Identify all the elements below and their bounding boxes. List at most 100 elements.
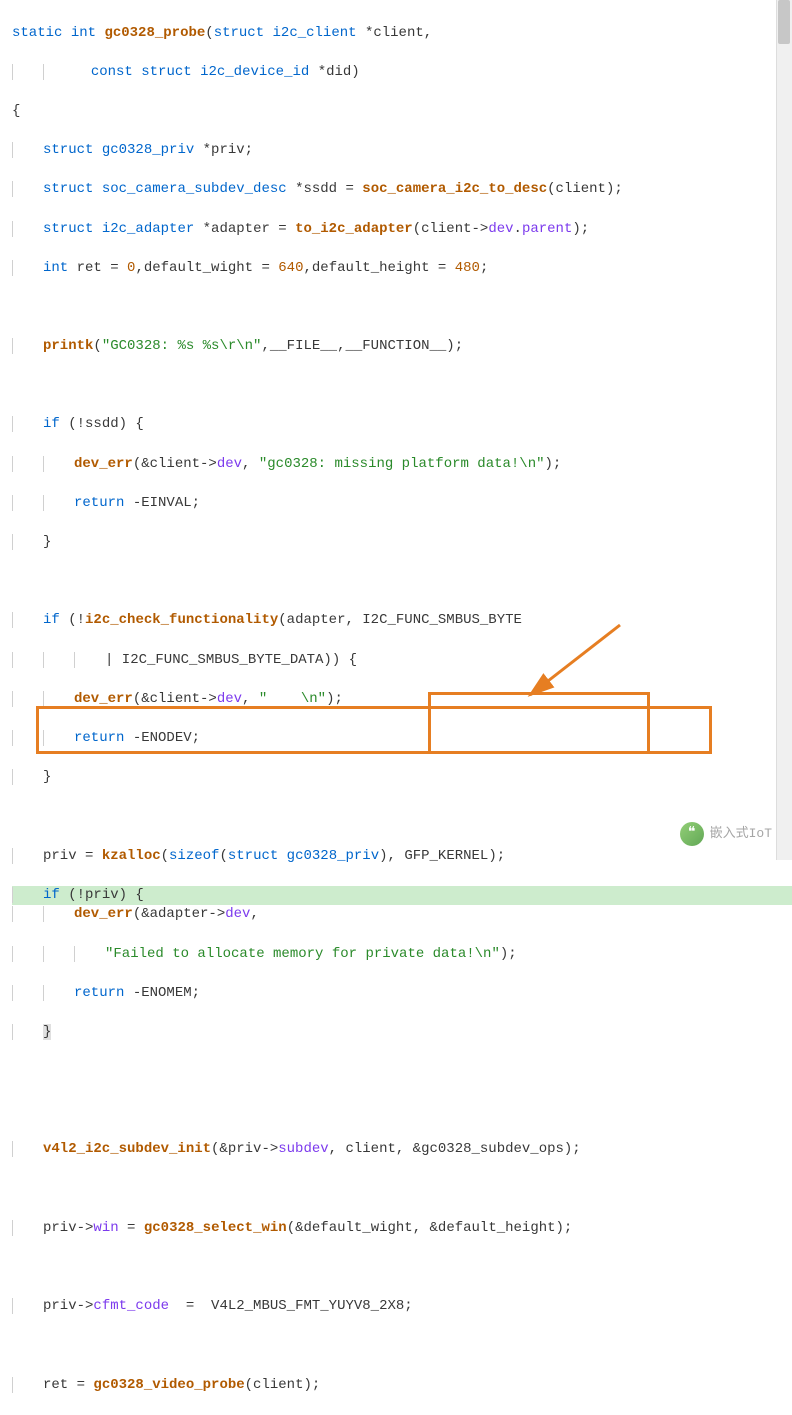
mem-subdev: subdev <box>278 1141 328 1157</box>
fn-to-desc: soc_camera_i2c_to_desc <box>362 181 547 197</box>
kw-static: static <box>12 25 62 41</box>
txt: ,__FILE__,__FUNCTION__); <box>261 338 463 354</box>
wechat-icon: ❝ <box>680 822 704 846</box>
kw-sizeof: sizeof <box>169 848 219 864</box>
param-did: *did) <box>318 64 360 80</box>
fn-printk: printk <box>43 338 93 354</box>
txt: ,default_height = <box>303 260 454 276</box>
txt: , client, &gc0328_subdev_ops); <box>329 1141 581 1157</box>
txt: ( <box>219 848 227 864</box>
mem-dev: dev <box>217 691 242 707</box>
txt: (&default_wight, &default_height); <box>287 1220 573 1236</box>
txt: *adapter = <box>203 221 295 237</box>
txt: = V4L2_MBUS_FMT_YUYV8_2X8; <box>169 1298 413 1314</box>
txt: priv-> <box>43 1220 93 1236</box>
txt: ; <box>480 260 488 276</box>
txt: , <box>242 691 259 707</box>
txt: (client-> <box>413 221 489 237</box>
txt: -ENODEV; <box>124 730 200 746</box>
kw-if: if <box>43 887 60 903</box>
txt: = <box>119 1220 144 1236</box>
kw-const: const <box>91 64 133 80</box>
txt: ( <box>161 848 169 864</box>
txt: (&client-> <box>133 456 217 472</box>
fn-dev-err: dev_err <box>74 691 133 707</box>
kw-struct: struct <box>228 848 278 864</box>
txt: (&priv-> <box>211 1141 278 1157</box>
txt: ); <box>326 691 343 707</box>
str-empty: " \n" <box>259 691 326 707</box>
scrollbar-thumb[interactable] <box>778 0 790 44</box>
txt: (client); <box>245 1377 321 1393</box>
type-i2c-client: i2c_client <box>273 25 357 41</box>
txt: . <box>514 221 522 237</box>
brace-close: } <box>43 534 51 550</box>
mem-dev: dev <box>225 906 250 922</box>
txt: , <box>250 906 258 922</box>
txt: *ssdd = <box>295 181 362 197</box>
param-client: *client, <box>365 25 432 41</box>
txt: -EINVAL; <box>124 495 200 511</box>
brace-close: } <box>43 1024 51 1040</box>
kw-struct: struct <box>141 64 191 80</box>
txt: ret = <box>68 260 127 276</box>
fn-probe: gc0328_probe <box>104 25 205 41</box>
txt: ,default_wight = <box>135 260 278 276</box>
fn-select-win: gc0328_select_win <box>144 1220 287 1236</box>
kw-struct: struct <box>214 25 264 41</box>
type-int: int <box>43 260 68 276</box>
mem-win: win <box>93 1220 118 1236</box>
txt: (&client-> <box>133 691 217 707</box>
fn-check-func: i2c_check_functionality <box>85 612 278 628</box>
txt: ); <box>545 456 562 472</box>
txt: (!priv) { <box>60 887 144 903</box>
str-failed: "Failed to allocate memory for private d… <box>105 946 500 962</box>
type-device-id: i2c_device_id <box>200 64 309 80</box>
kw-if: if <box>43 416 60 432</box>
kw-struct: struct <box>43 221 93 237</box>
txt: ), GFP_KERNEL); <box>379 848 505 864</box>
mem-dev: dev <box>217 456 242 472</box>
mem-dev: dev <box>488 221 513 237</box>
kw-return: return <box>74 985 124 1001</box>
txt: ); <box>500 946 517 962</box>
mem-cfmt: cfmt_code <box>93 1298 169 1314</box>
var-priv: *priv; <box>203 142 253 158</box>
kw-struct: struct <box>43 142 93 158</box>
txt: ); <box>572 221 589 237</box>
txt: ( <box>93 338 101 354</box>
type-int: int <box>71 25 96 41</box>
txt: priv-> <box>43 1298 93 1314</box>
watermark-text: 嵌入式IoT <box>710 825 772 843</box>
txt: (!ssdd) { <box>60 416 144 432</box>
scrollbar-track[interactable] <box>776 0 792 860</box>
highlighted-line: if (!priv) { <box>12 886 792 906</box>
type-priv: gc0328_priv <box>278 848 379 864</box>
type-ssdd: soc_camera_subdev_desc <box>102 181 287 197</box>
kw-return: return <box>74 730 124 746</box>
txt: , <box>242 456 259 472</box>
mem-parent: parent <box>522 221 572 237</box>
txt: ret = <box>43 1377 93 1393</box>
fn-video-probe: gc0328_video_probe <box>93 1377 244 1393</box>
watermark: ❝ 嵌入式IoT <box>680 822 772 846</box>
fn-dev-err: dev_err <box>74 456 133 472</box>
str-missing: "gc0328: missing platform data!\n" <box>259 456 545 472</box>
kw-struct: struct <box>43 181 93 197</box>
fn-kzalloc: kzalloc <box>102 848 161 864</box>
brace-close: } <box>43 769 51 785</box>
str-gc0328: "GC0328: %s %s\r\n" <box>102 338 262 354</box>
kw-return: return <box>74 495 124 511</box>
txt: (&adapter-> <box>133 906 225 922</box>
kw-if: if <box>43 612 60 628</box>
txt: (client); <box>547 181 623 197</box>
num-640: 640 <box>278 260 303 276</box>
fn-v4l2-init: v4l2_i2c_subdev_init <box>43 1141 211 1157</box>
fn-to-adapter: to_i2c_adapter <box>295 221 413 237</box>
code-editor[interactable]: static int gc0328_probe(struct i2c_clien… <box>0 0 792 1415</box>
txt: priv = <box>43 848 102 864</box>
txt: (adapter, I2C_FUNC_SMBUS_BYTE <box>278 612 522 628</box>
txt: (! <box>60 612 85 628</box>
type-adapter: i2c_adapter <box>102 221 194 237</box>
num-480: 480 <box>455 260 480 276</box>
